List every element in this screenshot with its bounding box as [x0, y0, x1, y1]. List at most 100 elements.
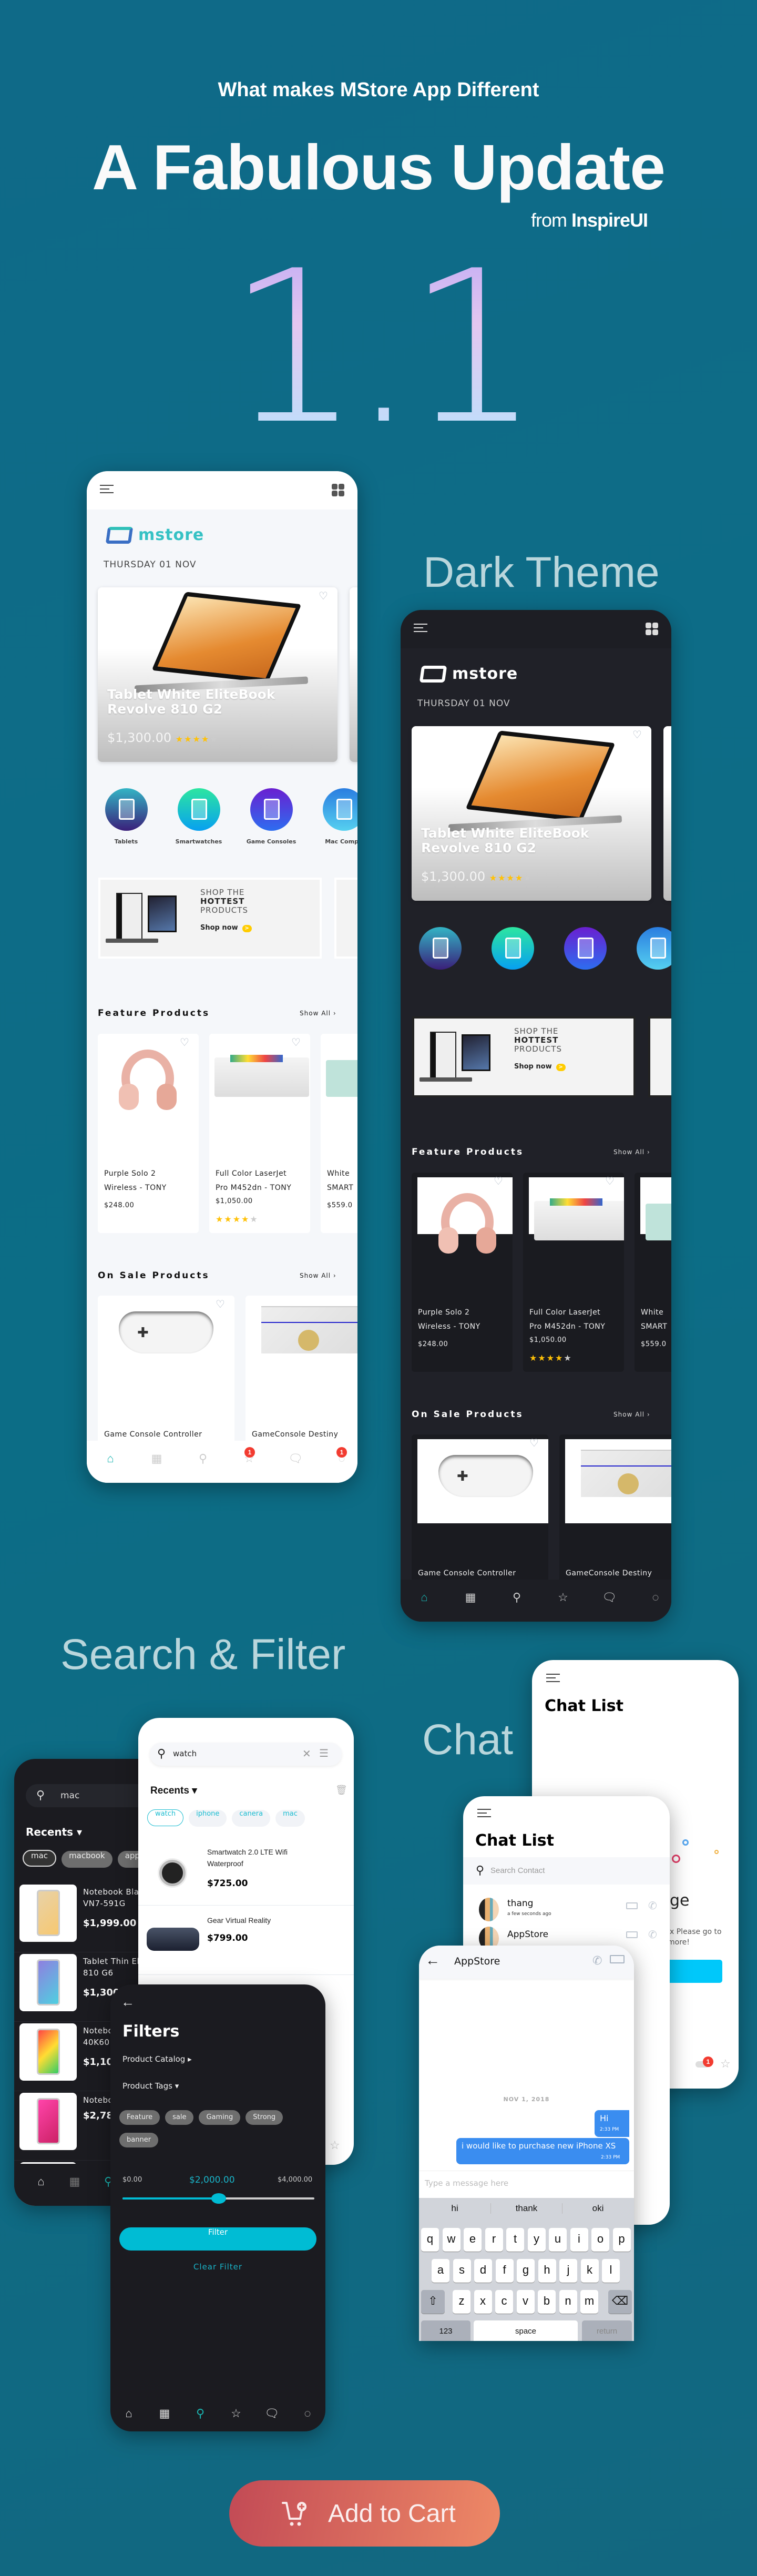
product-card[interactable]: GameConsole DestinySpecial Edition - TON…: [245, 1296, 357, 1453]
video-call-icon[interactable]: [610, 1955, 625, 1963]
return-key[interactable]: return: [582, 2320, 632, 2341]
show-all-link[interactable]: Show All ›: [613, 1411, 650, 1418]
heart-icon[interactable]: ♡: [494, 1176, 504, 1187]
result-item[interactable]: Gear Virtual Reality $799.00: [138, 1906, 354, 1975]
space-key[interactable]: space: [474, 2320, 578, 2341]
key-p[interactable]: p: [612, 2228, 631, 2252]
video-call-icon[interactable]: [626, 1902, 638, 1909]
key-m[interactable]: m: [580, 2290, 598, 2314]
key-b[interactable]: b: [538, 2290, 556, 2314]
key-n[interactable]: n: [559, 2290, 577, 2314]
promo-banner[interactable]: SHOP THE HOTTEST PRODUCTS Shop now >: [412, 1016, 636, 1097]
key-f[interactable]: f: [495, 2259, 514, 2283]
phone-icon[interactable]: ✆: [648, 1899, 657, 1912]
category-watch-icon[interactable]: [492, 927, 534, 970]
basket-icon[interactable]: ☆: [555, 1591, 571, 1604]
layout-grid-icon[interactable]: [332, 484, 344, 496]
contact-row[interactable]: thang a few seconds ago ✆: [463, 1896, 670, 1925]
menu-icon[interactable]: [477, 1809, 491, 1818]
key-y[interactable]: y: [527, 2228, 546, 2252]
basket-icon[interactable]: ☆: [720, 2057, 731, 2071]
tag-chip[interactable]: banner: [119, 2133, 159, 2147]
key-s[interactable]: s: [453, 2259, 471, 2283]
filter-button[interactable]: Filter: [119, 2227, 316, 2251]
suggestion[interactable]: thank: [490, 2203, 562, 2214]
heart-icon[interactable]: ♡: [605, 1176, 616, 1187]
trash-icon[interactable]: 🗑: [335, 1785, 347, 1796]
recent-chip[interactable]: canera: [232, 1810, 271, 1827]
product-card[interactable]: ♡ Purple Solo 2 Wireless - TONY $248.00: [98, 1034, 199, 1233]
recents-label[interactable]: Recents ▾: [26, 1826, 82, 1838]
key-t[interactable]: t: [506, 2228, 524, 2252]
shop-now-link[interactable]: Shop now >: [200, 924, 252, 932]
promo-banner[interactable]: SHOP THE HOTTEST PRODUCTS Shop now >: [98, 878, 322, 959]
key-c[interactable]: c: [495, 2290, 513, 2314]
recent-chip[interactable]: iphone: [189, 1810, 227, 1827]
key-k[interactable]: k: [580, 2259, 599, 2283]
search-icon[interactable]: ⚲: [195, 1452, 211, 1465]
categories-icon[interactable]: ▦: [463, 1591, 478, 1604]
tag-chip[interactable]: Strong: [245, 2110, 283, 2125]
category-monitor-icon[interactable]: [637, 927, 671, 970]
home-icon[interactable]: ⌂: [103, 1452, 118, 1465]
promo-banner-next[interactable]: [648, 1016, 671, 1097]
recent-chip[interactable]: mac: [275, 1810, 305, 1827]
key-h[interactable]: h: [538, 2259, 556, 2283]
price-slider[interactable]: [122, 2193, 314, 2204]
back-arrow-icon[interactable]: ←: [121, 1994, 135, 2010]
category-joystick-icon[interactable]: [564, 927, 607, 970]
product-catalog-toggle[interactable]: Product Catalog ▸: [122, 2054, 192, 2064]
product-card[interactable]: ♡ Full Color LaserJet Pro M452dn - TONY $1,…: [523, 1173, 624, 1372]
heart-icon[interactable]: ♡: [180, 1037, 190, 1048]
key-w[interactable]: w: [442, 2228, 461, 2252]
key-o[interactable]: o: [591, 2228, 609, 2252]
settings-toggle-icon[interactable]: ◌: [648, 1591, 663, 1604]
clear-icon[interactable]: ✕: [302, 1747, 311, 1760]
search-icon[interactable]: ⚲: [509, 1591, 525, 1604]
suggestion[interactable]: oki: [562, 2203, 633, 2214]
numbers-key[interactable]: 123: [421, 2320, 470, 2341]
menu-icon[interactable]: [414, 624, 427, 633]
add-to-cart-button[interactable]: Add to Cart: [229, 2480, 500, 2547]
chat-icon[interactable]: 🗨: [264, 2407, 280, 2420]
message-input[interactable]: Type a message here: [419, 2171, 634, 2198]
home-icon[interactable]: ⌂: [121, 2407, 137, 2420]
menu-icon[interactable]: [100, 485, 114, 494]
product-card[interactable]: GameConsole DestinySpecial Edition - TON…: [559, 1434, 671, 1592]
heart-icon[interactable]: ♡: [291, 1037, 302, 1048]
product-card[interactable]: ✚ ♡ Game Console Controller: [412, 1434, 548, 1592]
banner-card-next[interactable]: [663, 726, 671, 901]
category-tablet-icon[interactable]: [419, 927, 462, 970]
key-u[interactable]: u: [549, 2228, 567, 2252]
backspace-key[interactable]: ⌫: [608, 2290, 632, 2314]
categories-icon[interactable]: ▦: [67, 2175, 83, 2188]
product-tags-toggle[interactable]: Product Tags ▾: [122, 2081, 179, 2091]
slider-thumb[interactable]: [211, 2193, 226, 2204]
video-call-icon[interactable]: [626, 1931, 638, 1938]
key-x[interactable]: x: [474, 2290, 492, 2314]
phone-icon[interactable]: ✆: [648, 1928, 657, 1941]
key-d[interactable]: d: [474, 2259, 492, 2283]
show-all-link[interactable]: Show All ›: [613, 1148, 650, 1156]
product-card[interactable]: ✚ ♡ Game Console Controller: [98, 1296, 234, 1453]
search-contact-input[interactable]: ⚲ Search Contact: [463, 1857, 670, 1885]
key-a[interactable]: a: [432, 2259, 449, 2283]
promo-banner-next[interactable]: [334, 878, 357, 959]
layout-grid-icon[interactable]: [646, 623, 658, 635]
categories-icon[interactable]: ▦: [149, 1452, 165, 1465]
heart-icon[interactable]: ♡: [529, 1438, 540, 1449]
basket-icon[interactable]: ☆: [330, 2139, 340, 2152]
recent-chip[interactable]: macbook: [62, 1851, 112, 1868]
recent-chip[interactable]: watch: [147, 1809, 184, 1826]
phone-icon[interactable]: ✆: [592, 1954, 602, 1968]
category-watch-icon[interactable]: [178, 788, 220, 831]
key-r[interactable]: r: [485, 2228, 503, 2252]
key-v[interactable]: v: [516, 2290, 535, 2314]
shop-now-link[interactable]: Shop now >: [514, 1063, 566, 1071]
key-z[interactable]: z: [453, 2290, 470, 2314]
key-i[interactable]: i: [570, 2228, 588, 2252]
product-card[interactable]: White SMART $559.0: [635, 1173, 671, 1372]
home-icon[interactable]: ⌂: [416, 1591, 432, 1604]
search-input[interactable]: ⚲ watch ✕ ☰: [150, 1743, 342, 1766]
shift-key[interactable]: ⇧: [421, 2290, 445, 2314]
